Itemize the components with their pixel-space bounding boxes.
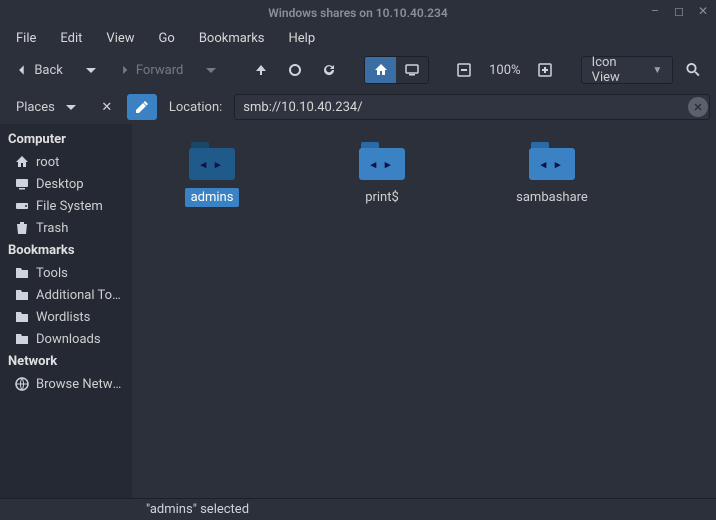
back-history-button[interactable] <box>77 56 105 84</box>
back-label: Back <box>34 63 63 78</box>
status-text: "admins" selected <box>146 502 249 517</box>
menu-edit[interactable]: Edit <box>50 28 92 49</box>
view-mode-select[interactable]: Icon View ▼ <box>581 56 674 84</box>
statusbar: "admins" selected <box>0 498 716 520</box>
share-item-print-[interactable]: ◂ ▸ print$ <box>312 142 452 207</box>
chevron-down-icon <box>63 99 79 115</box>
sidebar-item-wordlists[interactable]: Wordlists <box>0 306 132 328</box>
close-icon[interactable]: ✕ <box>696 4 710 18</box>
home-toggle[interactable] <box>365 57 397 83</box>
sidebar-item-tools[interactable]: Tools <box>0 262 132 284</box>
search-icon <box>685 61 702 79</box>
folder-icon <box>14 331 30 347</box>
menu-go[interactable]: Go <box>149 28 185 49</box>
forward-label: Forward <box>136 63 183 78</box>
location-bar: Places ✕ Location: ✕ <box>0 90 716 124</box>
stop-button[interactable] <box>281 56 309 84</box>
sidebar-item-downloads[interactable]: Downloads <box>0 328 132 350</box>
location-label: Location: <box>163 100 228 115</box>
search-button[interactable] <box>679 56 708 84</box>
sidebar-group-network: Network <box>0 350 132 373</box>
location-toggle-group <box>364 56 429 84</box>
sidebar-item-filesystem[interactable]: File System <box>0 195 132 217</box>
folder-icon <box>14 265 30 281</box>
forward-history-button <box>197 56 225 84</box>
sidebar-item-desktop[interactable]: Desktop <box>0 173 132 195</box>
share-item-sambashare[interactable]: ◂ ▸ sambashare <box>482 142 622 207</box>
share-item-label: sambashare <box>510 188 594 207</box>
stop-icon <box>287 62 303 78</box>
chevron-down-icon <box>203 62 219 78</box>
chevron-down-icon <box>83 62 99 78</box>
sidebar-item-trash[interactable]: Trash <box>0 217 132 239</box>
edit-location-button[interactable] <box>127 94 157 120</box>
menu-file[interactable]: File <box>6 28 46 49</box>
arrow-left-icon <box>16 62 28 78</box>
chevron-down-icon: ▼ <box>652 65 662 76</box>
sidebar-item-additional-tools[interactable]: Additional Tools and Drivers <box>0 284 132 306</box>
arrow-up-icon <box>253 62 269 78</box>
sidebar-item-root[interactable]: root <box>0 151 132 173</box>
zoom-in-icon <box>537 62 553 78</box>
menu-bookmarks[interactable]: Bookmarks <box>189 28 275 49</box>
maximize-icon[interactable]: ◻ <box>672 4 686 18</box>
clear-location-button[interactable]: ✕ <box>688 97 708 117</box>
sidebar-group-computer: Computer <box>0 128 132 151</box>
arrow-right-icon <box>119 62 130 78</box>
zoom-out-icon <box>456 62 472 78</box>
home-icon <box>14 154 30 170</box>
location-input[interactable] <box>234 94 710 120</box>
share-item-admins[interactable]: ◂ ▸ admins <box>142 142 282 207</box>
window-title: Windows shares on 10.10.40.234 <box>268 6 447 20</box>
share-item-label: print$ <box>359 188 405 207</box>
places-label: Places <box>16 100 55 115</box>
up-button[interactable] <box>247 56 275 84</box>
places-close-button[interactable]: ✕ <box>93 93 121 121</box>
back-button[interactable]: Back <box>8 56 71 84</box>
desktop-icon <box>14 176 30 192</box>
computer-toggle[interactable] <box>396 57 428 83</box>
view-mode-label: Icon View <box>592 55 643 85</box>
reload-button[interactable] <box>315 56 343 84</box>
zoom-label: 100% <box>484 56 525 84</box>
zoom-in-button[interactable] <box>531 56 559 84</box>
icon-view[interactable]: ◂ ▸ admins ◂ ▸ print$ ◂ ▸ sambashare <box>132 124 716 498</box>
drive-icon <box>14 198 30 214</box>
computer-icon <box>404 62 420 78</box>
menu-view[interactable]: View <box>96 28 144 49</box>
places-dropdown[interactable]: Places <box>8 94 87 120</box>
share-item-label: admins <box>185 188 240 207</box>
share-folder-icon: ◂ ▸ <box>529 142 575 180</box>
forward-button: Forward <box>111 56 191 84</box>
share-folder-icon: ◂ ▸ <box>189 142 235 180</box>
minimize-icon[interactable]: – <box>648 4 662 18</box>
toolbar: Back Forward 100% Icon View ▼ <box>0 50 716 90</box>
sidebar-group-bookmarks: Bookmarks <box>0 239 132 262</box>
share-folder-icon: ◂ ▸ <box>359 142 405 180</box>
reload-icon <box>321 62 337 78</box>
network-icon <box>14 376 30 392</box>
folder-icon <box>14 309 30 325</box>
sidebar-item-browse-network[interactable]: Browse Network <box>0 373 132 395</box>
sidebar: Computer root Desktop File System Trash … <box>0 124 132 498</box>
folder-icon <box>14 287 30 303</box>
menu-help[interactable]: Help <box>279 28 326 49</box>
zoom-out-button[interactable] <box>450 56 478 84</box>
pencil-icon <box>134 99 150 115</box>
menubar: File Edit View Go Bookmarks Help <box>0 26 716 50</box>
titlebar: Windows shares on 10.10.40.234 – ◻ ✕ <box>0 0 716 26</box>
home-icon <box>373 62 389 78</box>
trash-icon <box>14 220 30 236</box>
